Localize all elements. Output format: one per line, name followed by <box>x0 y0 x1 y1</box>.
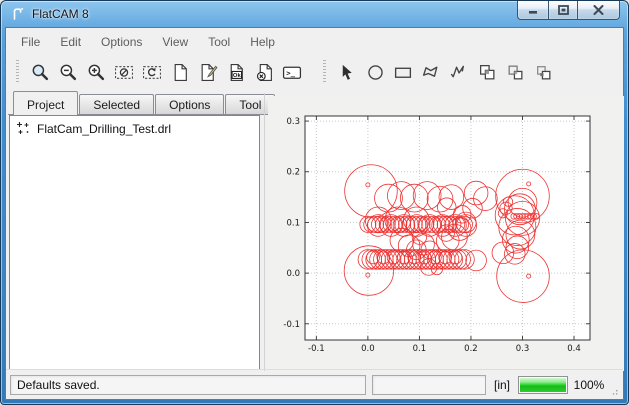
menu-view[interactable]: View <box>152 31 198 53</box>
menu-tool[interactable]: Tool <box>198 31 240 53</box>
zoom-fit-icon <box>31 63 50 82</box>
tab-project[interactable]: Project <box>13 91 78 115</box>
tree-item-drill-file[interactable]: FlatCam_Drilling_Test.drl <box>10 116 259 138</box>
new-file-button[interactable] <box>166 59 194 86</box>
clear-plot-icon <box>114 63 134 82</box>
menu-help[interactable]: Help <box>240 31 285 53</box>
tab-bar: Project Selected Options Tool <box>8 91 268 115</box>
status-message: Defaults saved. <box>17 378 100 392</box>
edit-file-button[interactable] <box>194 59 222 86</box>
minimize-icon <box>528 6 538 15</box>
geo-intersection-button[interactable] <box>501 59 529 86</box>
replot-icon <box>142 63 162 82</box>
caption-buttons <box>517 1 620 20</box>
geo-subtract-icon <box>534 63 553 82</box>
zoom-fit-button[interactable] <box>26 59 54 86</box>
maximize-button[interactable] <box>548 1 577 20</box>
draw-polygon-icon <box>421 63 441 82</box>
toolbar-grip-2[interactable] <box>323 60 326 84</box>
flatcam-app-icon <box>10 6 26 22</box>
drill-file-icon <box>16 121 31 136</box>
pointer-icon <box>338 63 357 82</box>
toolbar: Ok >_ <box>6 55 623 89</box>
client-area: File Edit Options View Tool Help <box>5 27 624 400</box>
window-title: FlatCAM 8 <box>32 7 89 21</box>
app-window: FlatCAM 8 File Edit Options View Tool He… <box>0 0 629 405</box>
status-bar: Defaults saved. [in] 100% <box>6 369 623 399</box>
toolbar-grip[interactable] <box>16 60 19 84</box>
svg-text:0.0: 0.0 <box>361 344 375 354</box>
ok-file-button[interactable]: Ok <box>222 59 250 86</box>
draw-polygon-button[interactable] <box>417 59 445 86</box>
svg-text:0.0: 0.0 <box>286 269 300 279</box>
delete-file-icon <box>255 63 274 82</box>
svg-text:-0.1: -0.1 <box>308 344 325 354</box>
minimize-button[interactable] <box>517 1 548 20</box>
progress-fill <box>520 378 566 392</box>
new-file-icon <box>171 63 190 82</box>
draw-rectangle-icon <box>393 63 413 82</box>
draw-circle-button[interactable] <box>361 59 389 86</box>
svg-text:0.1: 0.1 <box>286 218 300 228</box>
titlebar: FlatCAM 8 <box>1 1 628 27</box>
draw-polyline-icon <box>449 63 469 82</box>
maximize-icon <box>558 5 569 15</box>
menu-edit[interactable]: Edit <box>50 31 91 53</box>
zoom-out-icon <box>59 63 78 82</box>
ok-file-icon: Ok <box>227 63 246 82</box>
edit-file-icon <box>199 63 218 82</box>
zoom-in-icon <box>87 63 106 82</box>
delete-file-button[interactable] <box>250 59 278 86</box>
geo-union-button[interactable] <box>473 59 501 86</box>
shell-icon: >_ <box>282 63 302 82</box>
draw-circle-icon <box>366 63 385 82</box>
zoom-out-button[interactable] <box>54 59 82 86</box>
status-secondary-field <box>372 375 486 395</box>
plot-panel[interactable]: -0.1 0.0 0.1 0.2 0.3 0.4 -0.1 0.0 0.1 0.2 0.3 <box>268 96 624 371</box>
shell-button[interactable]: >_ <box>278 59 306 86</box>
geo-subtract-button[interactable] <box>529 59 557 86</box>
plot-svg[interactable]: -0.1 0.0 0.1 0.2 0.3 0.4 -0.1 0.0 0.1 0.2 0.3 <box>268 96 624 371</box>
svg-text:>_: >_ <box>286 68 295 77</box>
close-icon <box>593 5 604 15</box>
panel-divider[interactable] <box>264 93 265 371</box>
geo-union-icon <box>478 63 497 82</box>
svg-text:0.2: 0.2 <box>286 168 300 178</box>
svg-text:0.3: 0.3 <box>286 117 300 127</box>
status-message-field: Defaults saved. <box>10 375 366 395</box>
menu-options[interactable]: Options <box>91 31 152 53</box>
units-label: [in] <box>492 378 512 392</box>
svg-text:0.2: 0.2 <box>464 344 478 354</box>
clear-plot-button[interactable] <box>110 59 138 86</box>
zoom-in-button[interactable] <box>82 59 110 86</box>
resize-grip[interactable] <box>610 386 619 397</box>
tab-selected[interactable]: Selected <box>79 94 154 114</box>
svg-text:-0.1: -0.1 <box>283 320 300 330</box>
progress-percent: 100% <box>574 378 605 392</box>
draw-rectangle-button[interactable] <box>389 59 417 86</box>
menu-bar: File Edit Options View Tool Help <box>6 29 623 54</box>
project-tree-panel[interactable]: FlatCam_Drilling_Test.drl <box>9 115 260 370</box>
tree-item-label: FlatCam_Drilling_Test.drl <box>37 122 171 136</box>
progress-bar <box>518 376 568 394</box>
svg-text:0.1: 0.1 <box>413 344 427 354</box>
geo-intersection-icon <box>506 63 525 82</box>
svg-text:Ok: Ok <box>232 72 241 78</box>
menu-file[interactable]: File <box>11 31 50 53</box>
close-button[interactable] <box>577 1 620 20</box>
tab-options[interactable]: Options <box>155 94 224 114</box>
replot-button[interactable] <box>138 59 166 86</box>
draw-polyline-button[interactable] <box>445 59 473 86</box>
pointer-tool-button[interactable] <box>333 59 361 86</box>
svg-text:0.3: 0.3 <box>516 344 530 354</box>
svg-text:0.4: 0.4 <box>567 344 581 354</box>
